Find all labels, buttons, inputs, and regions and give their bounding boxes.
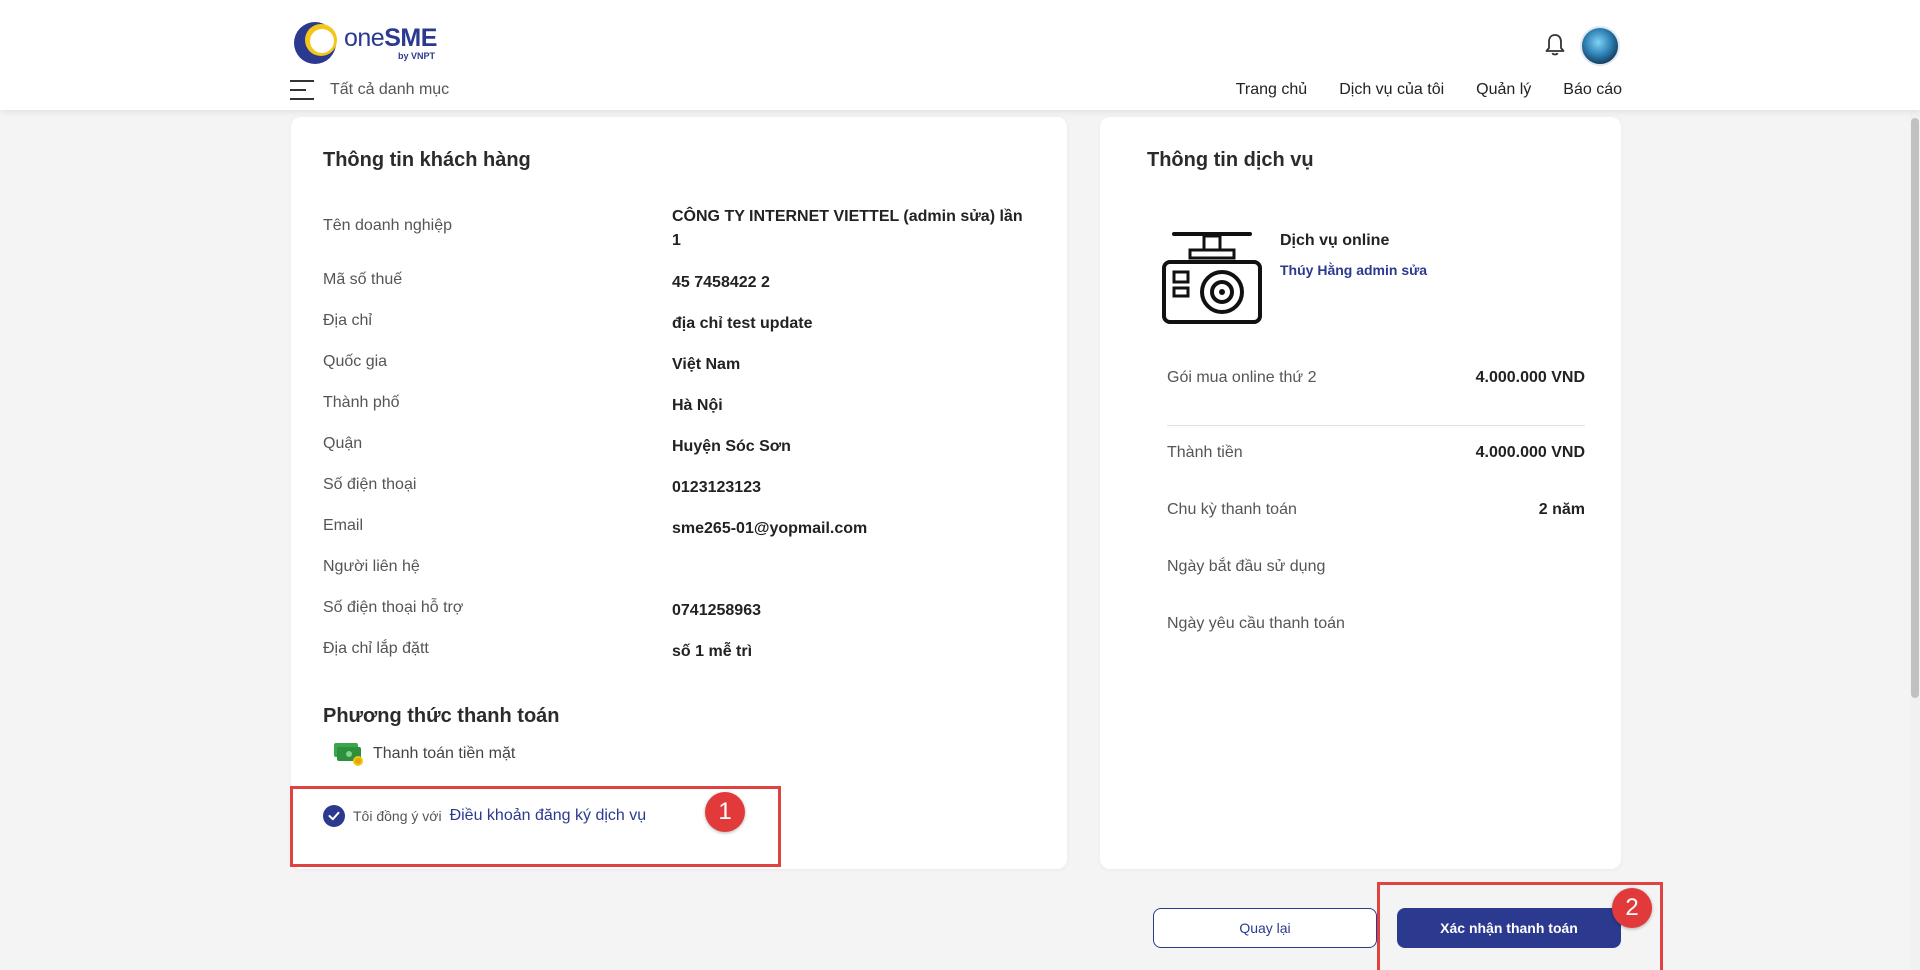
logo-name-sme: SME bbox=[384, 24, 437, 52]
info-label: Người liên hệ bbox=[323, 558, 420, 575]
package-price: 4.000.000 VND bbox=[1475, 369, 1585, 386]
info-value: 0741258963 bbox=[672, 602, 761, 619]
page-scrollbar[interactable] bbox=[1910, 110, 1920, 970]
annotation-badge-2: 2 bbox=[1612, 888, 1652, 928]
summary-divider bbox=[1167, 425, 1585, 426]
info-row-email: Email sme265-01@yopmail.com bbox=[323, 517, 1043, 541]
annotation-box-terms bbox=[290, 786, 781, 867]
summary-label: Thành tiền bbox=[1167, 444, 1243, 461]
info-row-phone: Số điện thoại 0123123123 bbox=[323, 476, 1043, 500]
info-value: Huyện Sóc Sơn bbox=[672, 438, 791, 455]
info-row-district: Quận Huyện Sóc Sơn bbox=[323, 435, 1043, 459]
info-label: Địa chỉ lắp đặtt bbox=[323, 640, 429, 657]
payment-method-cash: Thanh toán tiền mặt bbox=[333, 741, 515, 767]
info-label: Địa chỉ bbox=[323, 312, 372, 329]
info-label: Quốc gia bbox=[323, 353, 388, 370]
info-label: Số điện thoại hỗ trợ bbox=[323, 599, 464, 616]
payment-request-date-row: Ngày yêu cầu thanh toán bbox=[1167, 615, 1585, 633]
info-row-address: Địa chỉ địa chỉ test update bbox=[323, 312, 1043, 336]
back-button[interactable]: Quay lại bbox=[1153, 908, 1377, 948]
info-row-tax: Mã số thuế 45 7458422 2 bbox=[323, 271, 1043, 295]
start-date-row: Ngày bắt đầu sử dụng bbox=[1167, 558, 1585, 576]
info-value: sme265-01@yopmail.com bbox=[672, 520, 868, 537]
user-avatar[interactable] bbox=[1580, 26, 1620, 66]
customer-info-card: Thông tin khách hàng Tên doanh nghiệp CÔ… bbox=[291, 117, 1067, 869]
info-value: số 1 mễ trì bbox=[672, 643, 753, 660]
info-value: Việt Nam bbox=[672, 356, 741, 373]
hamburger-menu-icon[interactable] bbox=[290, 80, 314, 100]
summary-value: 2 năm bbox=[1538, 501, 1585, 518]
info-row-city: Thành phố Hà Nội bbox=[323, 394, 1043, 418]
main-nav: Trang chủ Dịch vụ của tôi Quản lý Báo cá… bbox=[1236, 81, 1622, 99]
payment-method-title: Phương thức thanh toán bbox=[323, 705, 560, 727]
summary-label: Ngày yêu cầu thanh toán bbox=[1167, 615, 1345, 632]
info-label: Thành phố bbox=[323, 394, 400, 411]
onesme-logo[interactable]: oneSME by VNPT bbox=[292, 20, 437, 66]
service-vendor-link[interactable]: Thúy Hằng admin sửa bbox=[1280, 262, 1427, 278]
info-row-support-phone: Số điện thoại hỗ trợ 0741258963 bbox=[323, 599, 1043, 623]
logo-name-one: one bbox=[344, 24, 385, 52]
service-info-card: Thông tin dịch vụ Dịch vụ online Thúy Hằ… bbox=[1100, 117, 1621, 869]
info-value bbox=[672, 558, 1027, 576]
dashcam-icon bbox=[1160, 222, 1264, 326]
package-row: Gói mua online thứ 2 4.000.000 VND bbox=[1167, 369, 1585, 387]
summary-label: Chu kỳ thanh toán bbox=[1167, 501, 1297, 518]
service-name: Dịch vụ online bbox=[1280, 232, 1390, 249]
billing-cycle-row: Chu kỳ thanh toán 2 năm bbox=[1167, 501, 1585, 519]
package-label: Gói mua online thứ 2 bbox=[1167, 369, 1317, 386]
bell-icon[interactable] bbox=[1543, 32, 1567, 58]
total-row: Thành tiền 4.000.000 VND bbox=[1167, 444, 1585, 462]
info-value: 0123123123 bbox=[672, 479, 761, 496]
nav-management[interactable]: Quản lý bbox=[1476, 81, 1531, 99]
customer-info-title: Thông tin khách hàng bbox=[323, 149, 531, 171]
cash-icon bbox=[333, 741, 365, 767]
info-label: Số điện thoại bbox=[323, 476, 417, 493]
info-row-install-address: Địa chỉ lắp đặtt số 1 mễ trì bbox=[323, 640, 1043, 664]
info-value: Hà Nội bbox=[672, 397, 723, 414]
info-row-country: Quốc gia Việt Nam bbox=[323, 353, 1043, 377]
info-label: Mã số thuế bbox=[323, 271, 403, 288]
all-categories-link[interactable]: Tất cả danh mục bbox=[330, 81, 449, 99]
info-label: Quận bbox=[323, 435, 363, 452]
info-value: địa chỉ test update bbox=[672, 315, 813, 332]
logo-sub: by VNPT bbox=[398, 51, 436, 61]
summary-label: Ngày bắt đầu sử dụng bbox=[1167, 558, 1326, 575]
nav-my-services[interactable]: Dịch vụ của tôi bbox=[1339, 81, 1444, 99]
nav-home[interactable]: Trang chủ bbox=[1236, 81, 1307, 99]
info-value: CÔNG TY INTERNET VIETTEL (admin sửa) lần… bbox=[672, 208, 1023, 249]
info-value: 45 7458422 2 bbox=[672, 274, 770, 291]
payment-method-label: Thanh toán tiền mặt bbox=[373, 745, 516, 762]
info-label: Tên doanh nghiệp bbox=[323, 217, 452, 234]
info-row-contact: Người liên hệ bbox=[323, 558, 1043, 576]
top-header: oneSME by VNPT Tất cả danh mục Trang chủ… bbox=[0, 0, 1920, 110]
info-row-company: Tên doanh nghiệp CÔNG TY INTERNET VIETTE… bbox=[323, 205, 1043, 253]
service-header: Dịch vụ online Thúy Hằng admin sửa bbox=[1160, 222, 1427, 326]
summary-value: 4.000.000 VND bbox=[1475, 444, 1585, 461]
annotation-badge-1: 1 bbox=[705, 792, 745, 832]
logo-mark-icon bbox=[292, 20, 338, 66]
scrollbar-thumb[interactable] bbox=[1911, 118, 1919, 698]
info-label: Email bbox=[323, 517, 364, 534]
nav-reports[interactable]: Báo cáo bbox=[1563, 81, 1622, 99]
service-info-title: Thông tin dịch vụ bbox=[1147, 149, 1314, 171]
